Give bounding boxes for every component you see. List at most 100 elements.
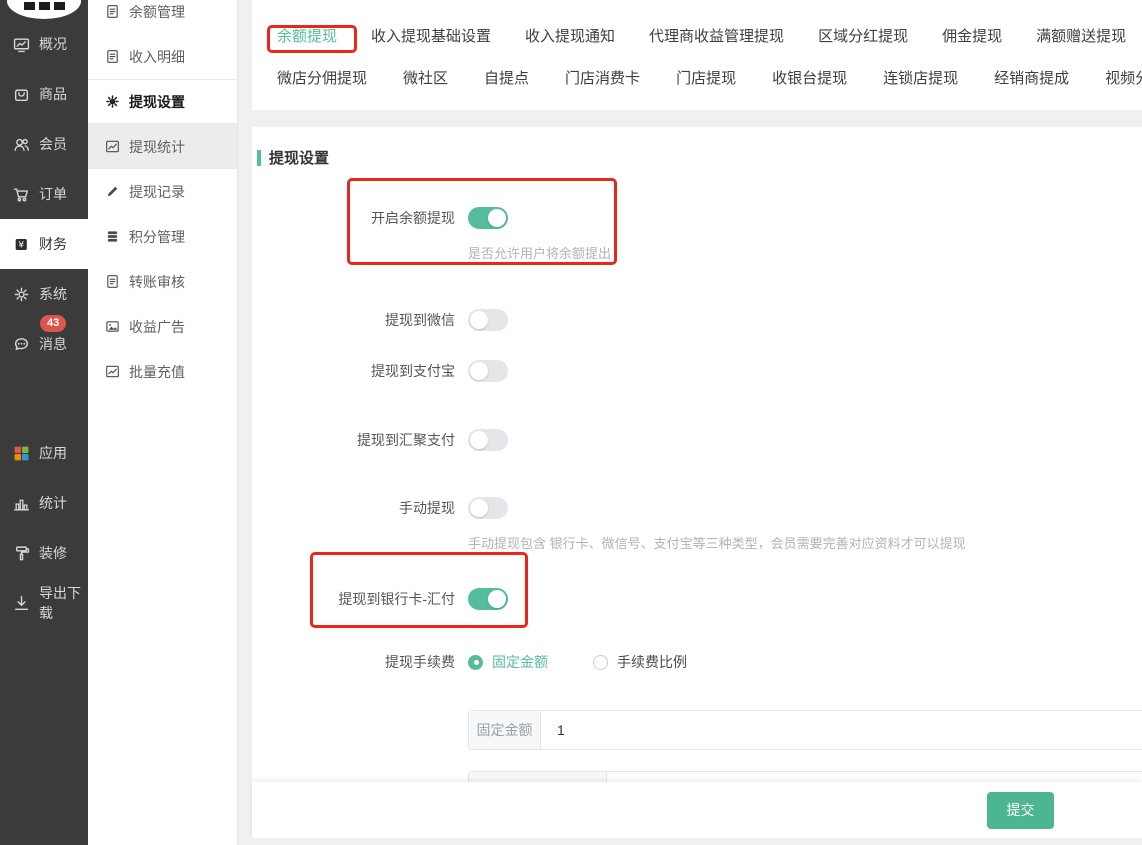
overview-icon xyxy=(13,36,30,53)
orders-icon xyxy=(13,186,30,203)
sidebar-item-overview[interactable]: 概况 xyxy=(0,19,88,69)
sidebar-item-label: 导出下载 xyxy=(39,583,88,623)
sidebar-item-messages[interactable]: 消息 43 xyxy=(0,319,88,369)
fixed-amount-input[interactable] xyxy=(541,711,1142,749)
system-icon xyxy=(13,286,30,303)
withdraw-to-bankcard-toggle[interactable] xyxy=(468,588,508,610)
submenu-item-income-detail[interactable]: 收入明细 xyxy=(88,34,237,79)
sidebar-item-label: 系统 xyxy=(39,284,67,304)
apps-icon xyxy=(13,445,30,462)
messages-icon xyxy=(13,336,30,353)
field-label: 提现到汇聚支付 xyxy=(252,430,455,450)
submit-button[interactable]: 提交 xyxy=(987,792,1054,829)
withdraw-to-alipay-toggle[interactable] xyxy=(468,360,508,382)
submenu-item-withdraw-records[interactable]: 提现记录 xyxy=(88,169,237,214)
withdraw-to-wechat-toggle[interactable] xyxy=(468,309,508,331)
file-icon xyxy=(105,274,120,289)
sidebar-item-label: 统计 xyxy=(39,493,67,513)
input-addon-label: 固定金额 xyxy=(469,711,541,749)
main-content: 余额提现 收入提现基础设置 收入提现通知 代理商收益管理提现 区域分红提现 佣金… xyxy=(238,0,1142,845)
field-label: 开启余额提现 xyxy=(252,208,455,228)
form-row-withdraw-to-bankcard: 提现到银行卡-汇付 xyxy=(252,588,1142,610)
tab-micro-community[interactable]: 微社区 xyxy=(403,67,448,88)
sidebar-item-export-download[interactable]: 导出下载 xyxy=(0,578,88,628)
sidebar-item-label: 应用 xyxy=(39,443,67,463)
sidebar-item-stats[interactable]: 统计 xyxy=(0,478,88,528)
tab-income-withdraw-basic[interactable]: 收入提现基础设置 xyxy=(371,25,491,46)
tab-video-truncated[interactable]: 视频分 xyxy=(1105,67,1142,88)
submenu-item-label: 提现统计 xyxy=(129,137,185,157)
tab-dealer-commission[interactable]: 经销商提成 xyxy=(994,67,1069,88)
form-row-withdraw-to-wechat: 提现到微信 xyxy=(252,309,1142,331)
sidebar-item-goods[interactable]: 商品 xyxy=(0,69,88,119)
tab-full-amount-gift-withdraw[interactable]: 满额赠送提现 xyxy=(1036,25,1126,46)
sidebar-item-apps[interactable]: 应用 xyxy=(0,428,88,478)
fee-option-fixed-amount[interactable]: 固定金额 xyxy=(468,652,548,672)
tab-chainstore-withdraw[interactable]: 连锁店提现 xyxy=(883,67,958,88)
field-help-text: 是否允许用户将余额提出 xyxy=(468,243,1142,262)
section-accent-bar xyxy=(257,150,261,166)
finance-icon: ¥ xyxy=(13,236,30,253)
submenu-item-points-manage[interactable]: 积分管理 xyxy=(88,214,237,259)
radio-unselected-icon[interactable] xyxy=(593,655,608,670)
sidebar-item-label: 订单 xyxy=(39,184,67,204)
withdraw-to-joinpay-toggle[interactable] xyxy=(468,429,508,451)
field-label: 提现手续费 xyxy=(252,652,455,672)
settings-panel: 提现设置 开启余额提现 是否允许用户将余额提出 提现到微信 提现到支付宝 提现到… xyxy=(252,127,1142,838)
file-icon xyxy=(105,49,120,64)
sidebar-item-members[interactable]: 会员 xyxy=(0,119,88,169)
tab-store-consume-card[interactable]: 门店消费卡 xyxy=(565,67,640,88)
field-label: 提现到支付宝 xyxy=(252,361,455,381)
pencil-icon xyxy=(105,184,120,199)
form-row-manual-withdraw: 手动提现 xyxy=(252,497,1142,519)
radio-option-label: 手续费比例 xyxy=(617,652,687,672)
form-row-enable-balance-withdraw: 开启余额提现 xyxy=(252,207,1142,229)
submenu-item-balance-manage[interactable]: 余额管理 xyxy=(88,0,237,34)
secondary-nav: 余额管理 收入明细 提现设置 提现统计 提现记录 积分管理 xyxy=(88,0,237,394)
field-label: 提现到微信 xyxy=(252,310,455,330)
radio-selected-icon[interactable] xyxy=(468,655,483,670)
chart-icon xyxy=(105,364,120,379)
sidebar-item-finance[interactable]: ¥ 财务 xyxy=(0,219,88,269)
tab-microshop-commission-withdraw[interactable]: 微店分佣提现 xyxy=(277,67,367,88)
fee-option-fee-ratio[interactable]: 手续费比例 xyxy=(593,652,687,672)
tab-income-withdraw-notice[interactable]: 收入提现通知 xyxy=(525,25,615,46)
tab-store-withdraw[interactable]: 门店提现 xyxy=(676,67,736,88)
submenu-item-label: 收入明细 xyxy=(129,47,185,67)
sidebar-item-label: 会员 xyxy=(39,134,67,154)
secondary-sidebar: 余额管理 收入明细 提现设置 提现统计 提现记录 积分管理 xyxy=(88,0,238,845)
sidebar-item-decorate[interactable]: 装修 xyxy=(0,528,88,578)
svg-text:¥: ¥ xyxy=(18,240,24,250)
coins-icon xyxy=(105,229,120,244)
field-label: 提现到银行卡-汇付 xyxy=(252,589,455,609)
tab-commission-withdraw[interactable]: 佣金提现 xyxy=(942,25,1002,46)
tab-region-dividend-withdraw[interactable]: 区域分红提现 xyxy=(818,25,908,46)
tab-agent-revenue-withdraw[interactable]: 代理商收益管理提现 xyxy=(649,25,784,46)
submenu-item-withdraw-stats[interactable]: 提现统计 xyxy=(88,124,237,169)
tab-balance-withdraw[interactable]: 余额提现 xyxy=(277,25,337,46)
submenu-item-label: 转账审核 xyxy=(129,272,185,292)
sidebar-item-system[interactable]: 系统 xyxy=(0,269,88,319)
manual-withdraw-toggle[interactable] xyxy=(468,497,508,519)
logo-mark xyxy=(54,2,65,10)
submenu-item-transfer-review[interactable]: 转账审核 xyxy=(88,259,237,304)
submenu-item-label: 积分管理 xyxy=(129,227,185,247)
chart-icon xyxy=(105,139,120,154)
stats-icon xyxy=(13,495,30,512)
enable-balance-withdraw-toggle[interactable] xyxy=(468,207,508,229)
sidebar-item-orders[interactable]: 订单 xyxy=(0,169,88,219)
tab-pickup-point[interactable]: 自提点 xyxy=(484,67,529,88)
submenu-item-revenue-ads[interactable]: 收益广告 xyxy=(88,304,237,349)
primary-sidebar: 概况 商品 会员 订单 ¥ 财务 系统 xyxy=(0,0,88,845)
tabs-card: 余额提现 收入提现基础设置 收入提现通知 代理商收益管理提现 区域分红提现 佣金… xyxy=(252,0,1142,110)
primary-nav: 概况 商品 会员 订单 ¥ 财务 系统 xyxy=(0,0,88,628)
gear-icon xyxy=(105,94,120,109)
file-icon xyxy=(105,4,120,19)
section-title: 提现设置 xyxy=(257,147,1142,168)
submenu-item-batch-recharge[interactable]: 批量充值 xyxy=(88,349,237,394)
tab-cashier-withdraw[interactable]: 收银台提现 xyxy=(772,67,847,88)
submenu-item-label: 批量充值 xyxy=(129,362,185,382)
decorate-icon xyxy=(13,545,30,562)
submenu-item-withdraw-settings[interactable]: 提现设置 xyxy=(88,79,237,124)
form-row-withdraw-to-joinpay: 提现到汇聚支付 xyxy=(252,429,1142,451)
